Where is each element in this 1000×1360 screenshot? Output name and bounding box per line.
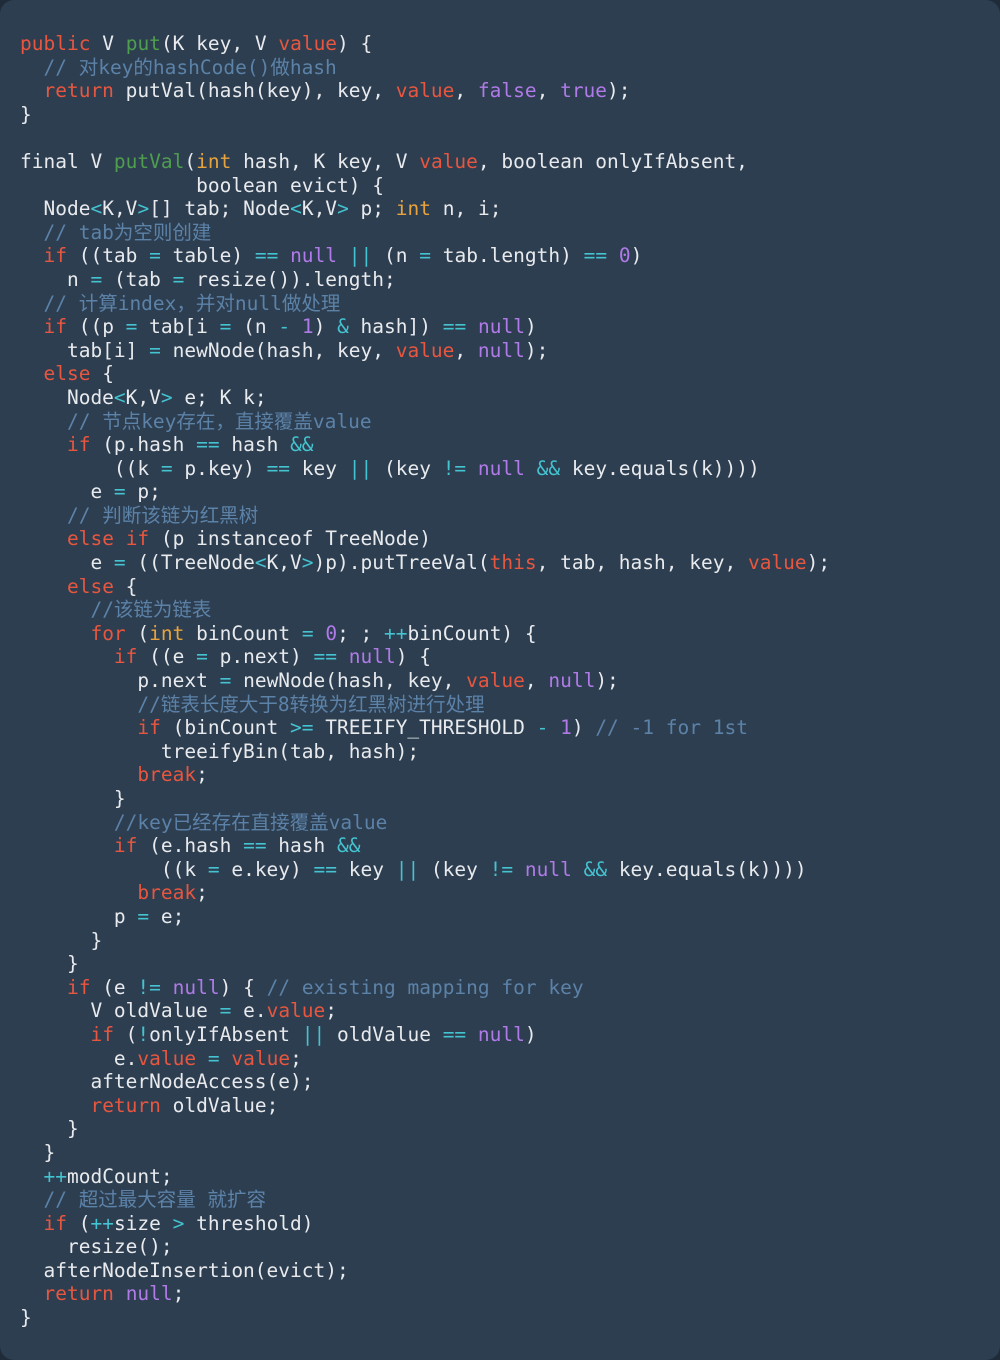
code-line: return putVal(hash(key), key, value, fal… [43,79,631,103]
code-line: e = ((TreeNode<K,V>)p).putTreeVal(this, … [20,551,831,575]
code-line: if ((p = tab[i = (n - 1) & hash]) == nul… [43,315,537,339]
code-line: //链表长度大于8转换为红黑树进行处理 [137,692,485,716]
code-line: // 超过最大容量 就扩容 [43,1188,266,1212]
code-line: for (int binCount = 0; ; ++binCount) { [90,621,537,645]
code-line: else { [43,362,114,386]
code-line: break; [137,763,208,787]
code-line: n = (tab = resize()).length; [20,267,396,291]
code-line: V oldValue = e.value; [20,999,338,1023]
code-line: if (e != null) { // existing mapping for… [66,975,584,999]
code-line: if (++size > threshold) [43,1211,314,1235]
code-line: ++modCount; [43,1164,173,1188]
code-line: // tab为空则创建 [43,220,212,244]
code-line: ((k = e.key) == key || (key != null && k… [20,857,807,881]
code-line: } [20,1140,56,1164]
code-line: else { [66,574,138,598]
code-line: if ((tab = table) == null || (n = tab.le… [43,244,643,268]
code-viewer-panel: public V put(K key, V value) { // 对key的h… [0,0,1000,1360]
code-line: // 判断该链为红黑树 [66,503,259,527]
code-line: break; [137,881,208,905]
code-line: } [20,928,103,952]
code-line: return null; [43,1282,185,1306]
code-line: //key已经存在直接覆盖value [113,810,388,834]
code-line: return oldValue; [90,1093,279,1117]
code-line: ((k = p.key) == key || (key != null && k… [20,456,760,480]
code-line: } [20,1306,32,1330]
code-line: // 对key的hashCode()做hash [43,55,337,79]
code-line: if ((e = p.next) == null) { [113,645,431,669]
code-line: } [20,952,79,976]
code-line: e = p; [20,480,161,504]
code-line: boolean evict) { [20,173,384,197]
code-line: final V putVal(int hash, K key, V value,… [20,149,748,173]
code-line: Node<K,V> e; K k; [20,385,267,409]
code-line: treeifyBin(tab, hash); [20,739,420,763]
code-line: p = e; [20,904,185,928]
code-line: resize(); [20,1235,173,1259]
code-line: p.next = newNode(hash, key, value, null)… [20,669,619,693]
code-line: if (binCount >= TREEIFY_THRESHOLD - 1) /… [137,716,748,740]
code-line: else if (p instanceof TreeNode) [66,527,431,551]
code-line: tab[i] = newNode(hash, key, value, null)… [20,338,549,362]
code-line: public V put(K key, V value) { [20,32,373,55]
code-line: if (e.hash == hash && [113,834,361,858]
code-line: // 计算index，并对null做处理 [43,291,341,315]
code-line: afterNodeInsertion(evict); [20,1258,349,1282]
source-code-block[interactable]: public V put(K key, V value) { // 对key的h… [0,32,1000,1330]
code-line: } [20,787,126,810]
code-line: e.value = value; [20,1046,302,1070]
code-line: Node<K,V>[] tab; Node<K,V> p; int n, i; [20,197,502,221]
code-line: //该链为链表 [90,598,212,622]
code-line: afterNodeAccess(e); [20,1070,314,1094]
code-line: if (p.hash == hash && [66,433,314,457]
code-line: } [20,1117,79,1141]
code-line: // 节点key存在，直接覆盖value [66,409,372,433]
code-line: if (!onlyIfAbsent || oldValue == null) [90,1022,537,1046]
code-line: } [20,102,32,126]
